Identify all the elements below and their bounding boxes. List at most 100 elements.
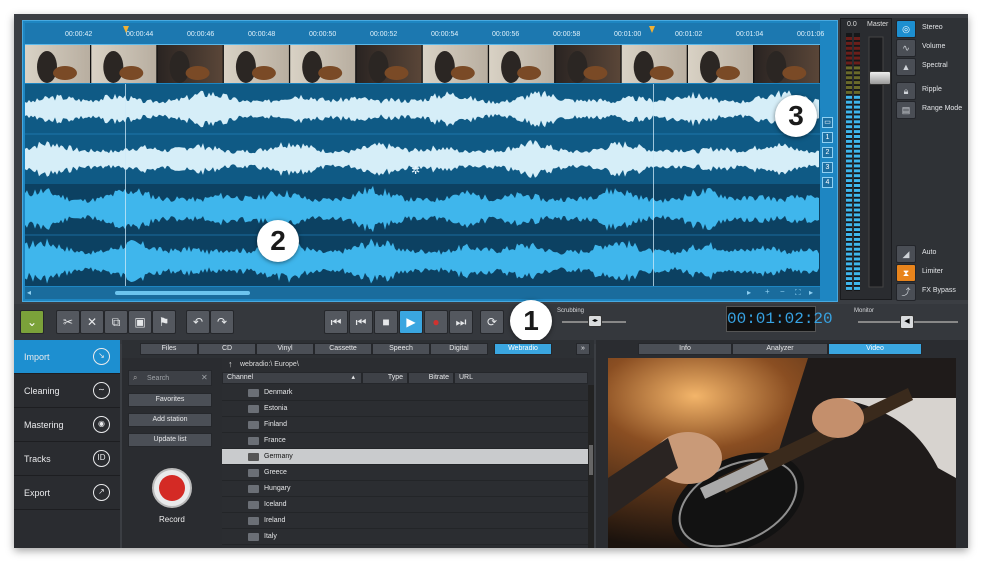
tab-info[interactable]: Info (638, 343, 732, 355)
tab-analyzer[interactable]: Analyzer (732, 343, 828, 355)
range-mode-option[interactable]: ▤ Range Mode (896, 101, 968, 119)
scroll-right-icon[interactable]: ▸ (809, 288, 813, 297)
waveform-editor[interactable]: 00:00:42 00:00:44 00:00:46 00:00:48 00:0… (22, 20, 838, 302)
horizontal-scrollbar[interactable]: ◂ ▸ + − ⛶ ▸ (25, 287, 820, 299)
volume-option[interactable]: ∿ Volume (896, 39, 968, 57)
list-item[interactable]: Estonia (222, 401, 588, 417)
tab-cd[interactable]: CD (198, 343, 256, 355)
list-scrollbar[interactable] (588, 385, 594, 548)
auto-option[interactable]: ◢ Auto (896, 245, 968, 263)
marker-end-icon[interactable] (649, 26, 655, 33)
scroll-left-icon[interactable]: ◂ (27, 288, 31, 297)
cut-button[interactable]: ✂ (56, 310, 80, 334)
search-placeholder: Search (147, 375, 170, 382)
zoom-in-icon[interactable]: + (765, 287, 770, 296)
track-1-waveform[interactable] (25, 84, 820, 184)
search-input[interactable]: ⌕ Search ✕ (128, 370, 212, 386)
copy-button[interactable]: ⧉ (104, 310, 128, 334)
meter-segment (846, 169, 852, 173)
frame-person (103, 51, 124, 83)
next-button[interactable]: ⏭ (449, 310, 473, 334)
track-2-waveform[interactable] (25, 184, 820, 286)
list-item[interactable]: Denmark (222, 385, 588, 401)
list-item-selected[interactable]: Germany (222, 449, 588, 465)
list-item[interactable]: Finland (222, 417, 588, 433)
play-button[interactable]: ▶ (399, 310, 423, 334)
tab-vinyl[interactable]: Vinyl (256, 343, 314, 355)
favorites-button[interactable]: Favorites (128, 393, 212, 407)
redo-button[interactable]: ↷ (210, 310, 234, 334)
waveform-tracks[interactable]: ✲ (25, 84, 820, 286)
track-2-button[interactable]: 2 (822, 147, 833, 158)
master-fader-knob[interactable] (869, 71, 891, 85)
paste-button[interactable]: ▣ (128, 310, 152, 334)
list-scroll-thumb[interactable] (589, 445, 593, 475)
ripple-option[interactable]: 🔒︎ Ripple (896, 82, 968, 100)
spectral-option[interactable]: ▲ Spectral (896, 58, 968, 76)
stop-button[interactable]: ■ (374, 310, 398, 334)
list-item[interactable]: Ireland (222, 513, 588, 529)
collapse-button[interactable]: ⌄ (20, 310, 44, 334)
track-4-button[interactable]: 4 (822, 177, 833, 188)
more-tabs-icon[interactable]: » (576, 343, 590, 355)
tab-files[interactable]: Files (140, 343, 198, 355)
timeline-ruler[interactable]: 00:00:42 00:00:44 00:00:46 00:00:48 00:0… (25, 23, 824, 45)
fx-bypass-option[interactable]: ⤴ FX Bypass (896, 283, 968, 301)
list-item[interactable]: Greece (222, 465, 588, 481)
meter-segment (846, 46, 852, 50)
video-thumbnail-strip[interactable] (25, 45, 820, 83)
current-path: webradio:\ Europe\ (240, 361, 299, 368)
list-item[interactable]: Hungary (222, 481, 588, 497)
skip-start-button[interactable]: ⏮ (324, 310, 348, 334)
list-item[interactable]: Italy (222, 529, 588, 545)
marker-button[interactable]: ⚑ (152, 310, 176, 334)
nav-export[interactable]: Export ↗ (14, 476, 120, 510)
list-item[interactable]: France (222, 433, 588, 449)
tab-video[interactable]: Video (828, 343, 922, 355)
clear-search-icon[interactable]: ✕ (201, 373, 208, 382)
tab-digital[interactable]: Digital (430, 343, 488, 355)
timeline-tick: 00:00:58 (553, 31, 581, 38)
tab-cassette[interactable]: Cassette (314, 343, 372, 355)
scrubbing-handle[interactable]: ◂▸ (588, 315, 602, 327)
meter-segment (846, 198, 852, 202)
play-small-icon[interactable]: ▸ (747, 288, 751, 297)
meter-segment (854, 41, 860, 45)
up-arrow-icon[interactable]: ↑ (228, 359, 233, 369)
delete-button[interactable]: ✕ (80, 310, 104, 334)
meter-segment (846, 262, 852, 266)
loop-button[interactable]: ⟳ (480, 310, 504, 334)
tab-speech[interactable]: Speech (372, 343, 430, 355)
nav-import[interactable]: Import ↘ (14, 340, 120, 374)
record-button[interactable]: ● (424, 310, 448, 334)
big-record-button[interactable] (152, 468, 192, 508)
nav-cleaning[interactable]: Cleaning ∼ (14, 374, 120, 408)
column-channel[interactable]: Channel ▴ (222, 372, 362, 384)
monitor-speaker-icon[interactable]: ◀ (900, 315, 914, 329)
meter-segment (854, 164, 860, 168)
track-1-button[interactable]: 1 (822, 132, 833, 143)
column-bitrate[interactable]: Bitrate (408, 372, 454, 384)
update-list-button[interactable]: Update list (128, 433, 212, 447)
limiter-option[interactable]: ⧗ Limiter (896, 264, 968, 282)
track-view-icon[interactable]: ▭ (822, 117, 833, 128)
nav-mastering[interactable]: Mastering ◉ (14, 408, 120, 442)
list-item[interactable]: Iceland (222, 497, 588, 513)
tab-webradio[interactable]: Webradio (494, 343, 552, 355)
column-url[interactable]: URL (454, 372, 588, 384)
scroll-thumb[interactable] (115, 291, 250, 295)
zoom-out-icon[interactable]: − (780, 287, 785, 296)
meter-segment (846, 154, 852, 158)
add-station-button[interactable]: Add station (128, 413, 212, 427)
gear-icon[interactable]: ✲ (411, 164, 420, 177)
track-3-button[interactable]: 3 (822, 162, 833, 173)
nav-tracks[interactable]: Tracks ID (14, 442, 120, 476)
undo-button[interactable]: ↶ (186, 310, 210, 334)
stereo-option[interactable]: ◎ Stereo (896, 20, 968, 38)
column-type[interactable]: Type (362, 372, 408, 384)
video-preview[interactable] (608, 358, 956, 548)
frame-guitar (716, 66, 740, 80)
meter-segment (846, 110, 852, 114)
zoom-fit-icon[interactable]: ⛶ (795, 288, 801, 298)
previous-button[interactable]: ⏮ (349, 310, 373, 334)
